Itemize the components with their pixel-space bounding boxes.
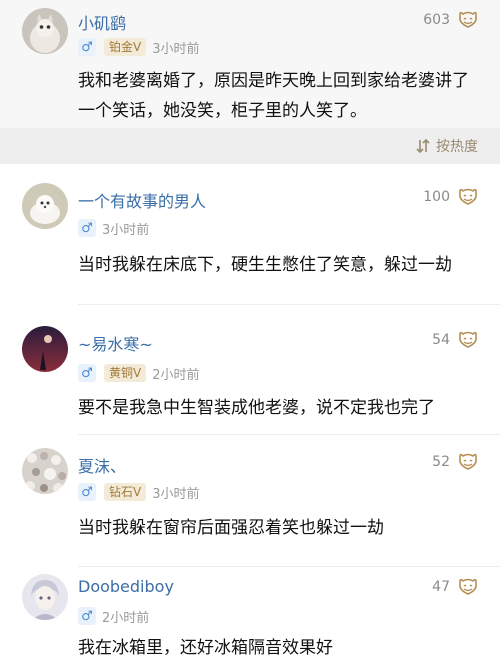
- timestamp: 3小时前: [152, 41, 200, 57]
- laugh-icon: [459, 188, 477, 205]
- sort-icon: [416, 138, 430, 154]
- author-name[interactable]: ~易水寒~: [78, 331, 153, 355]
- like-count: 47: [432, 579, 450, 595]
- timestamp: 3小时前: [152, 486, 200, 502]
- timestamp: 2小时前: [152, 367, 200, 383]
- male-icon: ♂: [78, 607, 96, 625]
- comment-list: 一个有故事的男人 ♂ 3小时前 100 当时我躲在床底下，硬生生憋住了笑意，躲过…: [0, 164, 500, 663]
- comment-item: ~易水寒~ ♂ 黄铜V 2小时前 54 要不是我急中生智装成他老婆，说不定我也完…: [0, 305, 500, 434]
- laugh-icon: [459, 578, 477, 595]
- sort-by-hot-button[interactable]: 按热度: [416, 136, 478, 156]
- avatar[interactable]: [22, 183, 68, 229]
- sort-label: 按热度: [436, 139, 478, 155]
- comment-text: 当时我躲在窗帘后面强忍着笑也躲过一劫: [78, 518, 384, 538]
- avatar[interactable]: [22, 574, 68, 620]
- male-icon: ♂: [78, 483, 96, 501]
- avatar[interactable]: [22, 326, 68, 372]
- level-badge: 钻石V: [104, 483, 147, 501]
- main-post: 小矶鹞 ♂ 铂金V 3小时前 603 我和老婆离婚了，原因是昨天晚上回到家给老婆…: [0, 0, 500, 128]
- level-badge: 铂金V: [104, 38, 147, 56]
- male-icon: ♂: [78, 38, 96, 56]
- avatar[interactable]: [22, 448, 68, 494]
- like-button[interactable]: 603: [423, 9, 480, 31]
- comment-text: 我在冰箱里，还好冰箱隔音效果好: [78, 638, 333, 658]
- sort-bar: 按热度: [0, 128, 500, 164]
- author-meta: ♂ 钻石V 3小时前: [78, 483, 200, 502]
- author-name[interactable]: 小矶鹞: [78, 10, 126, 34]
- laugh-icon: [459, 331, 477, 348]
- author-meta: ♂ 3小时前: [78, 219, 150, 238]
- like-count: 52: [432, 454, 450, 470]
- male-icon: ♂: [78, 364, 96, 382]
- like-count: 100: [423, 189, 450, 205]
- avatar[interactable]: [22, 8, 68, 54]
- author-meta: ♂ 2小时前: [78, 607, 150, 626]
- laugh-icon: [459, 11, 477, 28]
- comment-item: 一个有故事的男人 ♂ 3小时前 100 当时我躲在床底下，硬生生憋住了笑意，躲过…: [0, 164, 500, 304]
- author-meta: ♂ 黄铜V 2小时前: [78, 364, 200, 383]
- post-text: 我和老婆离婚了，原因是昨天晚上回到家给老婆讲了一个笑话，她没笑，柜子里的人笑了。: [78, 71, 469, 121]
- like-count: 54: [432, 332, 450, 348]
- like-button[interactable]: 54: [432, 329, 480, 351]
- laugh-icon: [459, 453, 477, 470]
- like-count: 603: [423, 12, 450, 28]
- author-meta: ♂ 铂金V 3小时前: [78, 38, 200, 57]
- level-badge: 黄铜V: [104, 364, 147, 382]
- comment-item: 夏沫、 ♂ 钻石V 3小时前 52 当时我躲在窗帘后面强忍着笑也躲过一劫: [0, 435, 500, 566]
- like-button[interactable]: 52: [432, 451, 480, 473]
- comment-text: 当时我躲在床底下，硬生生憋住了笑意，躲过一劫: [78, 255, 452, 275]
- timestamp: 3小时前: [102, 222, 150, 238]
- comment-item: Doobediboy ♂ 2小时前 47 我在冰箱里，还好冰箱隔音效果好: [0, 567, 500, 663]
- author-name[interactable]: Doobediboy: [78, 577, 174, 596]
- comment-text: 要不是我急中生智装成他老婆，说不定我也完了: [78, 398, 435, 418]
- male-icon: ♂: [78, 219, 96, 237]
- author-name[interactable]: 夏沫、: [78, 453, 126, 477]
- author-name[interactable]: 一个有故事的男人: [78, 188, 206, 212]
- like-button[interactable]: 47: [432, 576, 480, 598]
- timestamp: 2小时前: [102, 610, 150, 626]
- like-button[interactable]: 100: [423, 186, 480, 208]
